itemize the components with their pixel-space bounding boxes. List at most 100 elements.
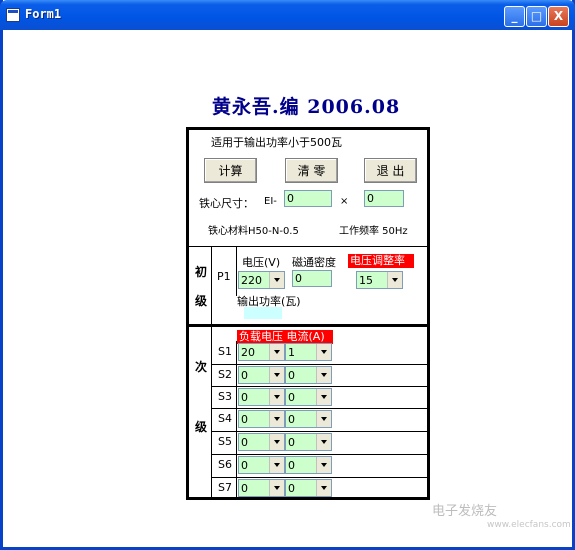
chevron-down-icon[interactable]	[269, 434, 284, 450]
s4-current-select[interactable]: 0	[285, 410, 332, 428]
divider-p1-col	[236, 246, 237, 296]
divider-secondary-top	[186, 324, 430, 327]
work-frequency: 工作频率 50Hz	[339, 226, 408, 237]
s6-current-select[interactable]: 0	[285, 456, 332, 474]
s2-voltage-value: 0	[241, 369, 248, 382]
maximize-button[interactable]: □	[526, 6, 547, 27]
s2-current-select[interactable]: 0	[285, 366, 332, 384]
chevron-down-icon[interactable]	[387, 272, 402, 288]
flux-density-label: 磁通密度	[292, 256, 336, 269]
s1-current-value: 1	[288, 346, 295, 359]
primary-voltage-select[interactable]: 220	[238, 271, 285, 289]
primary-label-2: 级	[195, 294, 208, 308]
usage-note: 适用于输出功率小于500瓦	[211, 136, 342, 149]
s7-current-value: 0	[288, 482, 295, 495]
s6-voltage-value: 0	[241, 459, 248, 472]
row-label-s3: S3	[218, 390, 232, 403]
frame-right	[427, 127, 430, 500]
page-heading: 黄永吾.编 2006.08	[212, 96, 401, 118]
voltage-label: 电压(V)	[242, 256, 281, 269]
calculate-button[interactable]: 计算	[204, 158, 257, 183]
core-width-input[interactable]: 0	[284, 190, 332, 207]
s7-voltage-select[interactable]: 0	[238, 479, 285, 497]
chevron-down-icon[interactable]	[316, 389, 331, 405]
row-divider	[211, 386, 428, 387]
times-sign: ×	[340, 196, 349, 207]
row-label-s7: S7	[218, 481, 232, 494]
row-label-s1: S1	[218, 345, 232, 358]
s6-current-value: 0	[288, 459, 295, 472]
secondary-label-1: 次	[195, 360, 208, 374]
row-divider	[211, 408, 428, 409]
close-button[interactable]: X	[548, 6, 569, 27]
exit-button[interactable]: 退 出	[364, 158, 417, 183]
chevron-down-icon[interactable]	[269, 389, 284, 405]
s3-current-value: 0	[288, 391, 295, 404]
chevron-down-icon[interactable]	[316, 411, 331, 427]
chevron-down-icon[interactable]	[316, 457, 331, 473]
load-header: 负载电压 电流(A)	[237, 330, 333, 344]
row-label-s5: S5	[218, 435, 232, 448]
s1-voltage-select[interactable]: 20	[238, 343, 285, 361]
minimize-button[interactable]: _	[504, 6, 525, 27]
s5-current-select[interactable]: 0	[285, 433, 332, 451]
app-icon	[6, 8, 20, 22]
s1-current-select[interactable]: 1	[285, 343, 332, 361]
divider-primary-top	[186, 246, 430, 247]
chevron-down-icon[interactable]	[269, 367, 284, 383]
row-label-s6: S6	[218, 458, 232, 471]
clear-button[interactable]: 清 零	[285, 158, 338, 183]
primary-voltage-value: 220	[241, 274, 262, 287]
watermark-brand: 电子发烧友	[432, 504, 498, 519]
core-height-input[interactable]: 0	[364, 190, 404, 207]
s7-voltage-value: 0	[241, 482, 248, 495]
regulation-label: 电压调整率	[348, 254, 414, 268]
secondary-label-2: 级	[195, 420, 208, 434]
row-label-s2: S2	[218, 368, 232, 381]
row-label-s4: S4	[218, 412, 232, 425]
output-power-value	[244, 307, 282, 319]
chevron-down-icon[interactable]	[269, 411, 284, 427]
s5-current-value: 0	[288, 436, 295, 449]
p1-label: P1	[217, 270, 231, 283]
watermark-url: www.elecfans.com	[487, 520, 571, 530]
chevron-down-icon[interactable]	[316, 480, 331, 496]
s3-voltage-select[interactable]: 0	[238, 388, 285, 406]
s7-current-select[interactable]: 0	[285, 479, 332, 497]
regulation-value: 15	[359, 274, 373, 287]
s2-current-value: 0	[288, 369, 295, 382]
s5-voltage-select[interactable]: 0	[238, 433, 285, 451]
row-divider	[211, 454, 428, 455]
flux-density-input[interactable]: 0	[292, 270, 332, 287]
core-prefix: EI-	[264, 196, 277, 207]
core-material: 铁心材料H50-N-0.5	[208, 226, 299, 237]
regulation-select[interactable]: 15	[356, 271, 403, 289]
chevron-down-icon[interactable]	[269, 457, 284, 473]
s4-voltage-select[interactable]: 0	[238, 410, 285, 428]
s6-voltage-select[interactable]: 0	[238, 456, 285, 474]
chevron-down-icon[interactable]	[316, 367, 331, 383]
s4-current-value: 0	[288, 413, 295, 426]
frame-left	[186, 127, 189, 500]
frame-top	[186, 127, 430, 130]
core-size-label: 铁心尺寸：	[199, 197, 254, 210]
row-divider	[211, 477, 428, 478]
divider-label-col	[211, 246, 212, 498]
s3-current-select[interactable]: 0	[285, 388, 332, 406]
frame-bottom	[186, 497, 430, 500]
s3-voltage-value: 0	[241, 391, 248, 404]
chevron-down-icon[interactable]	[269, 272, 284, 288]
s2-voltage-select[interactable]: 0	[238, 366, 285, 384]
chevron-down-icon[interactable]	[269, 480, 284, 496]
s5-voltage-value: 0	[241, 436, 248, 449]
chevron-down-icon[interactable]	[316, 434, 331, 450]
s1-voltage-value: 20	[241, 346, 255, 359]
row-divider	[211, 364, 428, 365]
chevron-down-icon[interactable]	[269, 344, 284, 360]
primary-label-1: 初	[195, 265, 208, 279]
title-bar[interactable]: Form1 _ □ X	[0, 0, 575, 30]
chevron-down-icon[interactable]	[316, 344, 331, 360]
s4-voltage-value: 0	[241, 413, 248, 426]
window-title: Form1	[25, 7, 62, 21]
row-divider	[211, 431, 428, 432]
